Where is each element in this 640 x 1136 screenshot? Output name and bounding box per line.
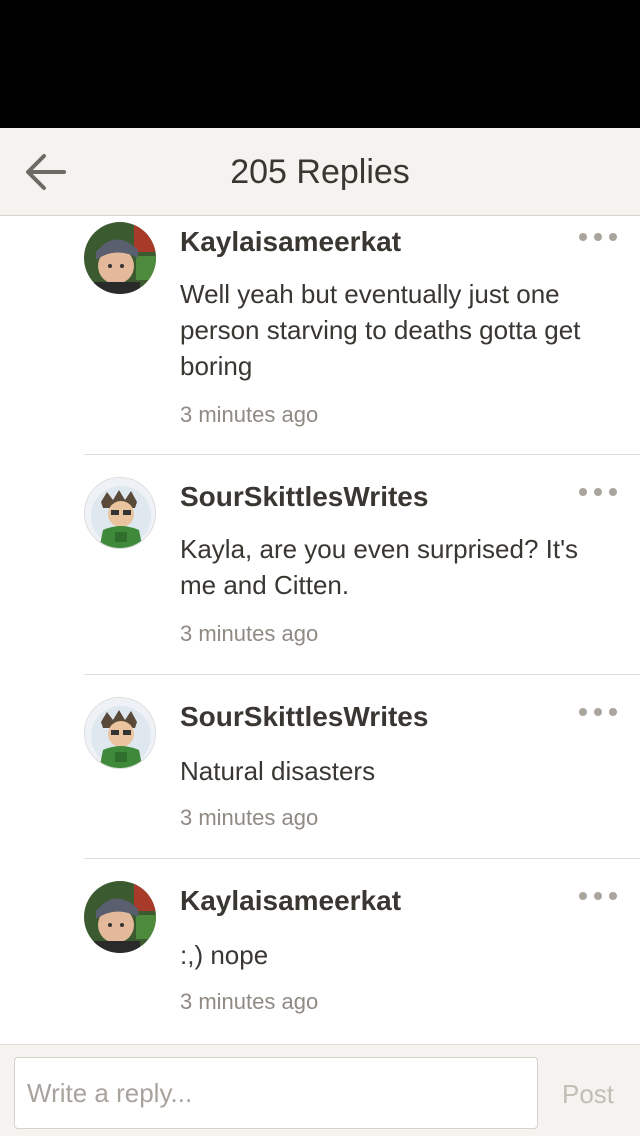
comment-text: Well yeah but eventually just one person…	[180, 279, 581, 381]
more-dots-icon	[579, 892, 617, 900]
arrow-left-icon	[26, 154, 66, 190]
reply-input[interactable]	[14, 1057, 538, 1129]
comment-time: 3 minutes ago	[180, 989, 319, 1014]
comment-item: SourSkittlesWrites Kayla, are you even s…	[0, 455, 640, 675]
more-dots-icon	[579, 488, 617, 496]
comment-item: Kaylaisameerkat Well yeah but eventually…	[0, 216, 640, 455]
avatar[interactable]	[84, 222, 156, 294]
more-button[interactable]	[578, 705, 618, 719]
comment-item: Kaylaisameerkat :,) nope 3 minutes ago	[0, 859, 640, 1042]
reply-bar: Post	[0, 1044, 640, 1136]
comment-text: Kayla, are you even surprised? It's me a…	[180, 534, 579, 600]
comment-author[interactable]: Kaylaisameerkat	[180, 885, 401, 917]
more-dots-icon	[579, 708, 617, 716]
comment-author[interactable]: SourSkittlesWrites	[180, 481, 428, 513]
comment-author[interactable]: Kaylaisameerkat	[180, 226, 401, 258]
more-dots-icon	[579, 233, 617, 241]
page-title: 205 Replies	[230, 153, 410, 191]
post-button[interactable]: Post	[548, 1057, 628, 1129]
avatar[interactable]	[84, 697, 156, 769]
status-bar	[0, 0, 640, 128]
comment-item: SourSkittlesWrites Natural disasters 3 m…	[0, 675, 640, 859]
header-bar: 205 Replies	[0, 128, 640, 216]
comment-time: 3 minutes ago	[180, 402, 319, 427]
avatar[interactable]	[84, 477, 156, 549]
avatar[interactable]	[84, 881, 156, 953]
comment-time: 3 minutes ago	[180, 621, 319, 646]
comment-author[interactable]: SourSkittlesWrites	[180, 701, 428, 733]
comment-time: 3 minutes ago	[180, 805, 319, 830]
comment-list[interactable]: Kaylaisameerkat Well yeah but eventually…	[0, 216, 640, 1044]
comment-text: :,) nope	[180, 940, 269, 970]
more-button[interactable]	[578, 889, 618, 903]
more-button[interactable]	[578, 485, 618, 499]
more-button[interactable]	[578, 230, 618, 244]
back-button[interactable]	[22, 150, 70, 194]
comment-text: Natural disasters	[180, 756, 376, 786]
